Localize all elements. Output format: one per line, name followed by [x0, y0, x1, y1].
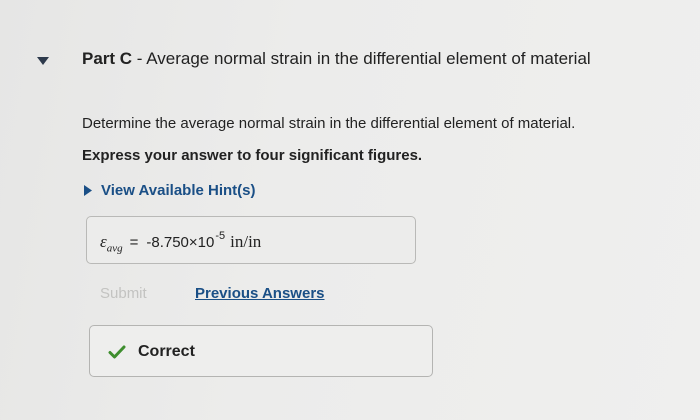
strain-symbol: εavg: [100, 232, 123, 254]
submit-button[interactable]: Submit: [100, 285, 147, 302]
answer-exponent: -5: [215, 230, 226, 242]
part-title: Part C - Average normal strain in the di…: [82, 49, 591, 69]
strain-symbol-letter: ε: [100, 232, 107, 251]
equals-sign: =: [129, 234, 139, 251]
instruction-text: Express your answer to four significant …: [82, 147, 423, 164]
question-text: Determine the average normal strain in t…: [82, 115, 576, 132]
part-separator: -: [132, 49, 147, 68]
part-label: Part C: [82, 49, 133, 68]
view-hints-label: View Available Hint(s): [101, 182, 256, 199]
part-title-text: Average normal strain in the differentia…: [146, 49, 591, 68]
previous-answers-link[interactable]: Previous Answers: [195, 285, 325, 302]
page: Part C - Average normal strain in the di…: [0, 0, 700, 420]
answer-units: in/in: [230, 232, 262, 251]
triangle-right-icon: [84, 185, 92, 196]
feedback-content: Correct: [108, 343, 195, 361]
answer-field[interactable]: εavg = -8.750×10 -5 in/in: [86, 216, 416, 264]
answer-mantissa: -8.750×10: [146, 234, 215, 251]
triangle-down-icon: [37, 57, 49, 65]
checkmark-icon: [108, 345, 126, 359]
view-hints-toggle[interactable]: View Available Hint(s): [84, 182, 256, 199]
collapse-toggle[interactable]: [36, 56, 50, 66]
feedback-box: Correct: [89, 325, 433, 377]
answer-expression: εavg = -8.750×10 -5 in/in: [100, 230, 262, 254]
strain-symbol-subscript: avg: [106, 242, 123, 255]
correct-label: Correct: [138, 343, 195, 360]
